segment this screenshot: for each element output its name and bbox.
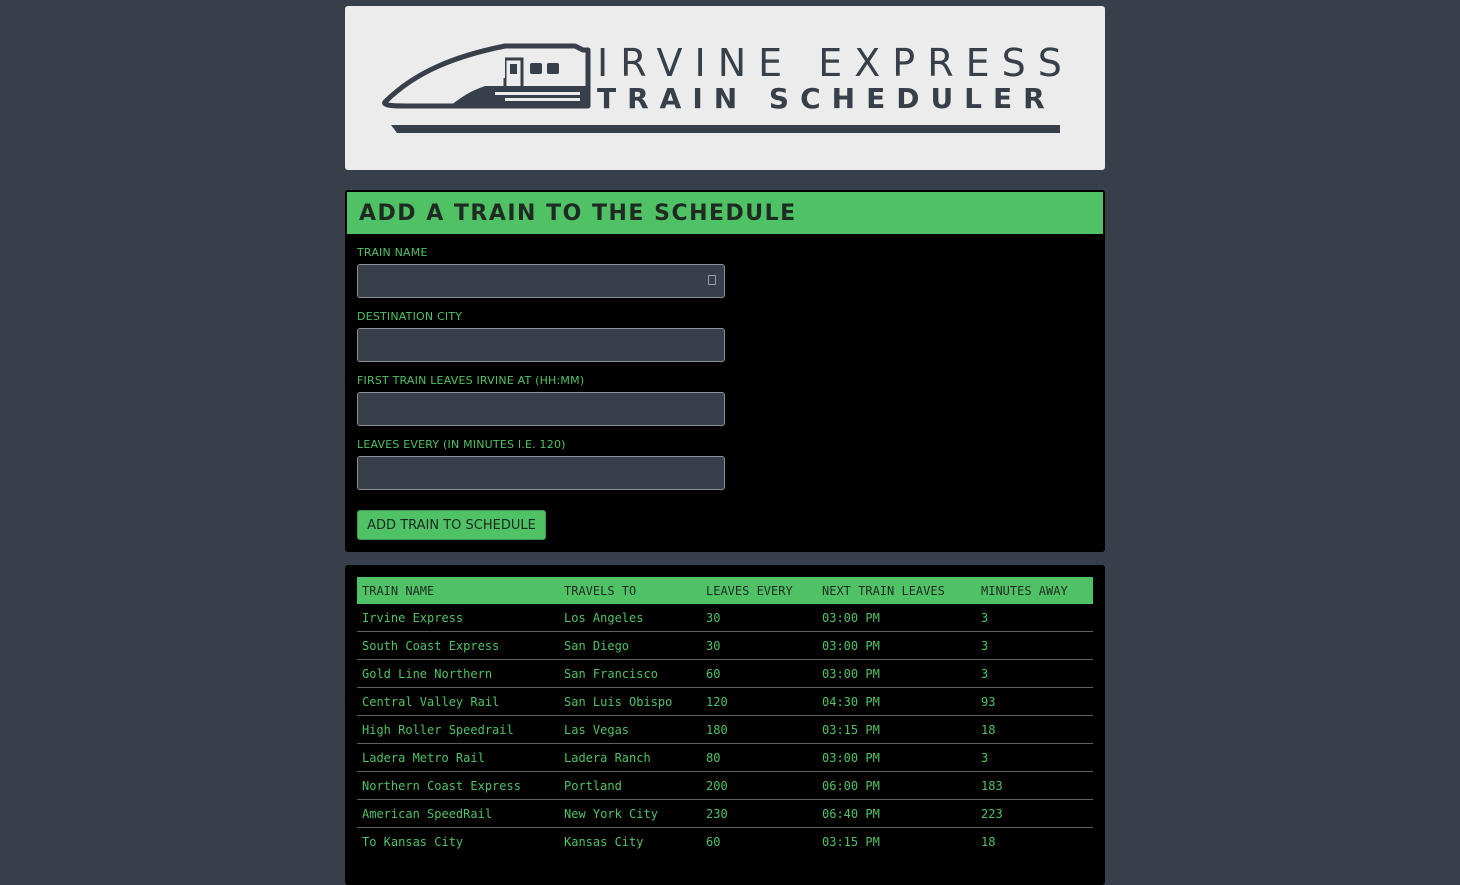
cell-frequency: 120 bbox=[701, 687, 817, 716]
table-row: Irvine Express Los Angeles 30 03:00 PM 3 bbox=[357, 604, 1093, 632]
destination-input[interactable] bbox=[357, 328, 725, 362]
table-row: American SpeedRail New York City 230 06:… bbox=[357, 799, 1093, 828]
cell-next-arrival: 03:00 PM bbox=[817, 604, 976, 632]
cell-train-name: Central Valley Rail bbox=[357, 687, 559, 716]
frequency-input[interactable] bbox=[357, 456, 725, 490]
cell-next-arrival: 03:00 PM bbox=[817, 659, 976, 688]
destination-label: DESTINATION CITY bbox=[357, 310, 463, 323]
cell-destination: San Luis Obispo bbox=[559, 687, 701, 716]
cell-destination: Portland bbox=[559, 771, 701, 800]
cell-destination: New York City bbox=[559, 799, 701, 828]
table-row: Ladera Metro Rail Ladera Ranch 80 03:00 … bbox=[357, 743, 1093, 772]
cell-minutes-away: 223 bbox=[976, 799, 1093, 828]
logo-subtitle: TRAIN SCHEDULER bbox=[597, 82, 1056, 115]
cell-minutes-away: 18 bbox=[981, 834, 996, 849]
cell-destination: San Diego bbox=[559, 631, 701, 660]
cell-next-arrival: 03:15 PM bbox=[822, 834, 880, 849]
cell-minutes-away: 3 bbox=[976, 743, 1093, 772]
logo-title: IRVINE EXPRESS bbox=[597, 41, 1074, 85]
cell-minutes-away: 18 bbox=[976, 715, 1093, 744]
schedule-table: TRAIN NAME TRAVELS TO LEAVES EVERY NEXT … bbox=[357, 577, 1093, 855]
cell-next-arrival: 03:15 PM bbox=[817, 715, 976, 744]
frequency-label: LEAVES EVERY (IN MINUTES I.E. 120) bbox=[357, 438, 566, 451]
cell-frequency: 180 bbox=[701, 715, 817, 744]
table-row: Central Valley Rail San Luis Obispo 120 … bbox=[357, 687, 1093, 716]
header-minutes-away: MINUTES AWAY bbox=[976, 577, 1093, 604]
table-header-row: TRAIN NAME TRAVELS TO LEAVES EVERY NEXT … bbox=[357, 577, 1093, 604]
header-leaves-every: LEAVES EVERY bbox=[701, 577, 817, 604]
form-header: ADD A TRAIN TO THE SCHEDULE bbox=[347, 192, 1103, 234]
cell-minutes-away: 3 bbox=[976, 659, 1093, 688]
cell-frequency: 30 bbox=[701, 604, 817, 632]
cell-frequency: 30 bbox=[701, 631, 817, 660]
table-row: High Roller Speedrail Las Vegas 180 03:1… bbox=[357, 715, 1093, 744]
cell-frequency: 60 bbox=[706, 834, 721, 849]
cell-next-arrival: 06:40 PM bbox=[817, 799, 976, 828]
cell-train-name: Gold Line Northern bbox=[357, 659, 559, 688]
autofill-key-icon[interactable] bbox=[708, 275, 716, 285]
add-train-form: ADD A TRAIN TO THE SCHEDULE TRAIN NAME D… bbox=[345, 190, 1105, 552]
schedule-panel: TRAIN NAME TRAVELS TO LEAVES EVERY NEXT … bbox=[345, 565, 1105, 885]
cell-minutes-away: 3 bbox=[976, 604, 1093, 632]
cell-next-arrival: 06:00 PM bbox=[817, 771, 976, 800]
header-next-train: NEXT TRAIN LEAVES bbox=[817, 577, 976, 604]
cell-frequency: 60 bbox=[701, 659, 817, 688]
header-train-name: TRAIN NAME bbox=[357, 577, 559, 604]
train-name-input[interactable] bbox=[357, 264, 725, 298]
cell-destination: Ladera Ranch bbox=[559, 743, 701, 772]
cell-train-name: Ladera Metro Rail bbox=[357, 743, 559, 772]
header-travels-to: TRAVELS TO bbox=[559, 577, 701, 604]
form-title: ADD A TRAIN TO THE SCHEDULE bbox=[359, 201, 797, 226]
first-train-input[interactable] bbox=[357, 392, 725, 426]
logo-banner: IRVINE EXPRESS TRAIN SCHEDULER bbox=[345, 6, 1105, 170]
table-row: South Coast Express San Diego 30 03:00 P… bbox=[357, 631, 1093, 660]
table-row: Gold Line Northern San Francisco 60 03:0… bbox=[357, 659, 1093, 688]
cell-next-arrival: 03:00 PM bbox=[817, 631, 976, 660]
table-row: To Kansas City Kansas City 60 03:15 PM 1… bbox=[357, 828, 1093, 856]
cell-minutes-away: 3 bbox=[976, 631, 1093, 660]
cell-destination: Las Vegas bbox=[559, 715, 701, 744]
cell-train-name: American SpeedRail bbox=[357, 799, 559, 828]
cell-minutes-away: 93 bbox=[976, 687, 1093, 716]
cell-destination: San Francisco bbox=[559, 659, 701, 688]
cell-train-name: South Coast Express bbox=[357, 631, 559, 660]
first-train-label: FIRST TRAIN LEAVES IRVINE AT (HH:MM) bbox=[357, 374, 585, 387]
cell-next-arrival: 03:00 PM bbox=[817, 743, 976, 772]
add-train-button[interactable]: ADD TRAIN TO SCHEDULE bbox=[357, 510, 546, 540]
cell-frequency: 200 bbox=[701, 771, 817, 800]
cell-train-name: Irvine Express bbox=[357, 604, 559, 632]
cell-train-name: High Roller Speedrail bbox=[357, 715, 559, 744]
table-row: Northern Coast Express Portland 200 06:0… bbox=[357, 771, 1093, 800]
train-name-label: TRAIN NAME bbox=[357, 246, 428, 259]
cell-frequency: 80 bbox=[701, 743, 817, 772]
cell-destination: Los Angeles bbox=[559, 604, 701, 632]
cell-minutes-away: 183 bbox=[976, 771, 1093, 800]
cell-train-name: To Kansas City bbox=[362, 834, 464, 849]
cell-frequency: 230 bbox=[701, 799, 817, 828]
cell-train-name: Northern Coast Express bbox=[357, 771, 559, 800]
bullet-train-icon: IRVINE EXPRESS TRAIN SCHEDULER bbox=[382, 41, 1074, 133]
cell-next-arrival: 04:30 PM bbox=[817, 687, 976, 716]
cell-destination: Kansas City bbox=[564, 834, 644, 849]
